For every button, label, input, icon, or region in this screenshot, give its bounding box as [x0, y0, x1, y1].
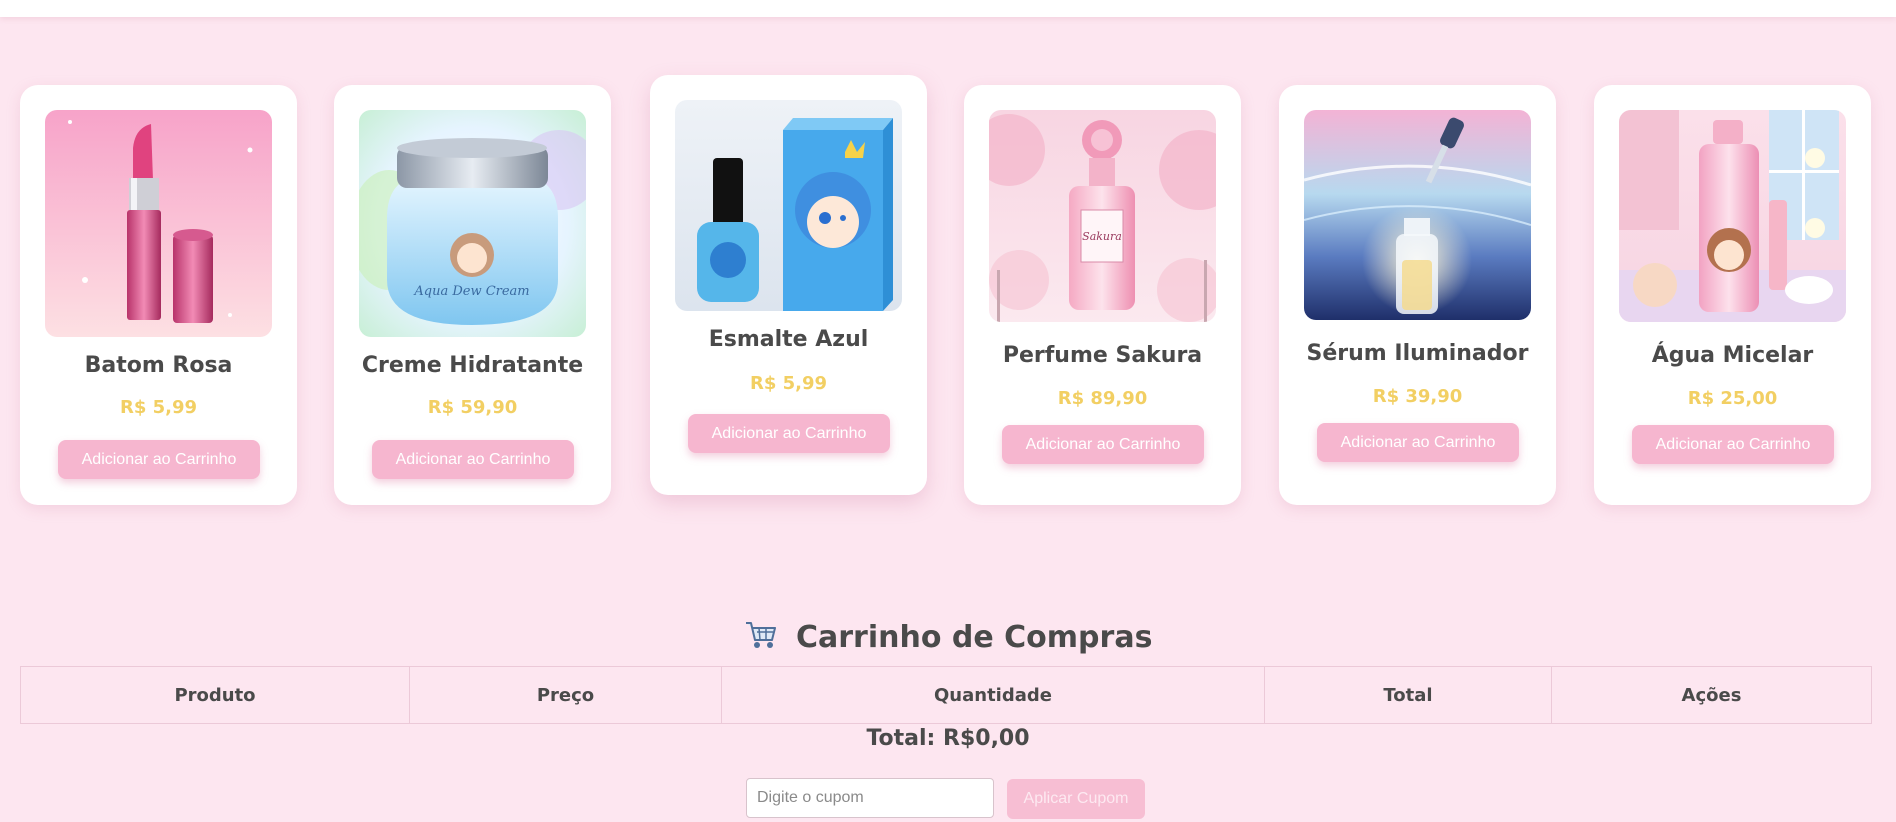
- product-name: Sérum Iluminador: [1306, 341, 1529, 366]
- product-name: Esmalte Azul: [708, 327, 869, 352]
- cart-total: Total: R$0,00: [866, 726, 1030, 751]
- shopping-cart-icon: [744, 620, 778, 658]
- product-price: R$ 5,99: [119, 397, 198, 418]
- product-price: R$ 89,90: [1057, 388, 1148, 409]
- sakura-perfume-image: Sakura: [989, 110, 1216, 322]
- bottle-label-text: Sakura: [1082, 230, 1122, 243]
- product-image-lipstick[interactable]: [45, 110, 272, 337]
- product-card: Sérum Iluminador R$ 39,90 Adicionar ao C…: [1279, 85, 1556, 505]
- add-to-cart-button[interactable]: Adicionar ao Carrinho: [1632, 425, 1834, 464]
- product-card: Sakura Perfume Sakura R$ 89,90 Adicionar…: [964, 85, 1241, 505]
- product-grid: Batom Rosa R$ 5,99 Adicionar ao Carrinho: [20, 75, 1876, 515]
- product-card: Esmalte Azul R$ 5,99 Adicionar ao Carrin…: [650, 75, 927, 495]
- header-title-clipped: ·· ·· ·· ·· · ·· ·: [0, 0, 1896, 13]
- add-to-cart-button[interactable]: Adicionar ao Carrinho: [372, 440, 574, 479]
- column-header-total: Total: [1264, 666, 1552, 724]
- add-to-cart-button[interactable]: Adicionar ao Carrinho: [688, 414, 890, 453]
- cart-table: Produto Preço Quantidade Total Ações: [20, 666, 1872, 724]
- column-header-actions: Ações: [1551, 666, 1872, 724]
- add-to-cart-button[interactable]: Adicionar ao Carrinho: [1002, 425, 1204, 464]
- cart-table-header: Produto Preço Quantidade Total Ações: [20, 666, 1872, 724]
- top-header-bar: ·· ·· ·· ·· · ·· ·: [0, 0, 1896, 17]
- column-header-product: Produto: [20, 666, 410, 724]
- product-image-micellar[interactable]: [1619, 110, 1846, 322]
- column-header-quantity: Quantidade: [721, 666, 1265, 724]
- add-to-cart-button[interactable]: Adicionar ao Carrinho: [1317, 423, 1519, 462]
- jar-label-text: Aqua Dew Cream: [413, 284, 529, 299]
- pink-lipstick-image: [45, 110, 272, 337]
- product-card: Aqua Dew Cream Creme Hidratante R$ 59,90…: [334, 85, 611, 505]
- product-price: R$ 25,00: [1687, 388, 1778, 409]
- apply-coupon-button[interactable]: Aplicar Cupom: [1007, 779, 1145, 819]
- product-price: R$ 59,90: [427, 397, 518, 418]
- column-header-price: Preço: [409, 666, 722, 724]
- product-card: Água Micelar R$ 25,00 Adicionar ao Carri…: [1594, 85, 1871, 505]
- product-name: Água Micelar: [1651, 343, 1814, 368]
- product-image-moisturizer[interactable]: Aqua Dew Cream: [359, 110, 586, 337]
- micellar-water-image: [1619, 110, 1846, 322]
- product-name: Creme Hidratante: [361, 353, 584, 378]
- product-price: R$ 39,90: [1372, 386, 1463, 407]
- coupon-input[interactable]: [746, 778, 994, 818]
- product-image-perfume[interactable]: Sakura: [989, 110, 1216, 322]
- add-to-cart-button[interactable]: Adicionar ao Carrinho: [58, 440, 260, 479]
- moisturizer-jar-image: Aqua Dew Cream: [359, 110, 586, 337]
- product-image-serum[interactable]: [1304, 110, 1531, 320]
- glow-serum-image: [1304, 110, 1531, 320]
- blue-nail-polish-image: [675, 100, 902, 311]
- cart-title-text: Carrinho de Compras: [796, 620, 1153, 655]
- product-name: Batom Rosa: [84, 353, 233, 378]
- product-card: Batom Rosa R$ 5,99 Adicionar ao Carrinho: [20, 85, 297, 505]
- product-image-nail-polish[interactable]: [675, 100, 902, 311]
- product-price: R$ 5,99: [749, 373, 828, 394]
- cart-heading: Carrinho de Compras: [0, 620, 1896, 658]
- product-name: Perfume Sakura: [1002, 343, 1203, 368]
